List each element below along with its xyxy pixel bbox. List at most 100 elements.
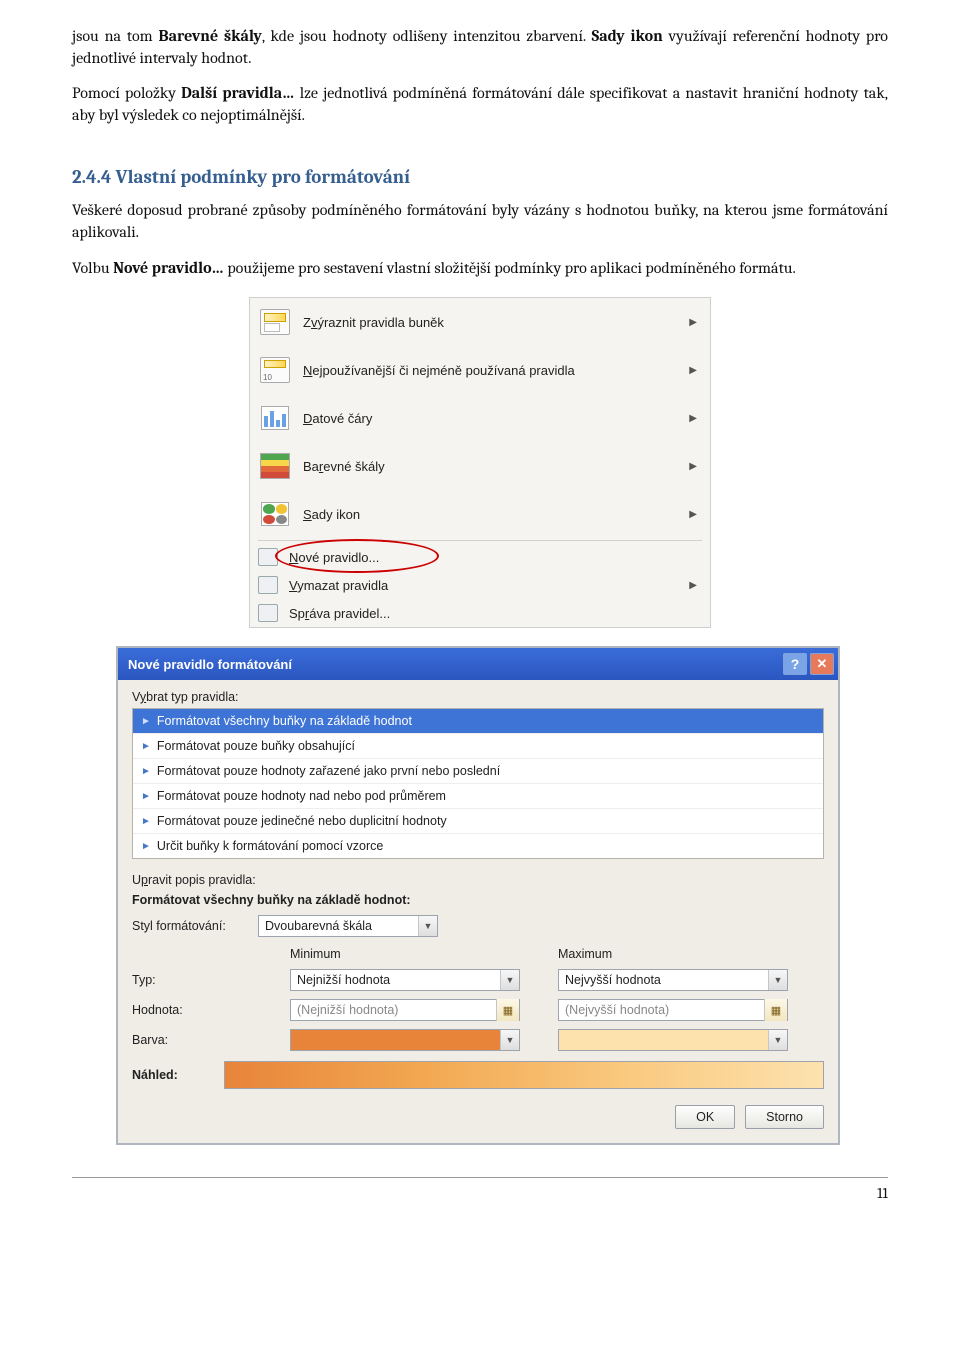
select-value: Nejvyšší hodnota [559, 973, 768, 987]
generic-icon [258, 576, 278, 594]
dialog-footer: OK Storno [132, 1105, 824, 1129]
select-value: Dvoubarevná škála [259, 919, 418, 933]
triangle-icon: ► [141, 816, 151, 827]
color-swatch [291, 1030, 500, 1050]
rule-type-label: Určit buňky k formátování pomocí vzorce [157, 839, 383, 853]
preview-gradient [224, 1061, 824, 1089]
close-button[interactable]: ✕ [810, 653, 834, 675]
text: použijeme pro sestavení vlastní složitěj… [224, 259, 796, 277]
triangle-icon: ► [141, 841, 151, 852]
menu-item-label: Vymazat pravidla [289, 578, 679, 593]
preview-label: Náhled: [132, 1068, 212, 1082]
row-color-label: Barva: [132, 1033, 252, 1047]
submenu-chevron-icon: ▶ [689, 365, 703, 376]
dialog-body: Vybrat typ pravidla: ► Formátovat všechny… [118, 680, 838, 1143]
color-scales-icon [260, 453, 290, 479]
cancel-button[interactable]: Storno [745, 1105, 824, 1129]
menu-item-label: Sady ikon [303, 507, 679, 522]
menu-item-label: Datové čáry [303, 411, 679, 426]
triangle-icon: ► [141, 716, 151, 727]
type-min-select[interactable]: Nejnižší hodnota▼ [290, 969, 520, 991]
format-style-label: Styl formátování: [132, 919, 250, 933]
format-all-subhead: Formátovat všechny buňky na základě hodn… [132, 893, 824, 907]
color-max-select[interactable]: ▼ [558, 1029, 788, 1051]
col-header-min: Minimum [290, 947, 520, 961]
preview-row: Náhled: [132, 1061, 824, 1089]
minmax-grid: Minimum Maximum Typ: Nejnižší hodnota▼ N… [132, 947, 824, 1051]
triangle-icon: ► [141, 766, 151, 777]
input-value: (Nejvyšší hodnota) [559, 1003, 760, 1017]
color-min-select[interactable]: ▼ [290, 1029, 520, 1051]
rule-type-label: Formátovat pouze hodnoty zařazené jako p… [157, 764, 500, 778]
bold-text: Další pravidla… [181, 84, 294, 102]
color-swatch [559, 1030, 768, 1050]
menu-icon-slot [257, 576, 279, 594]
conditional-formatting-menu: Zvýraznit pravidla buněk▶Nejpoužívanější… [249, 297, 711, 628]
menu-icon-slot [257, 403, 293, 433]
rule-type-item[interactable]: ► Formátovat pouze hodnoty zařazené jako … [133, 759, 823, 784]
menu-item-label: Barevné škály [303, 459, 679, 474]
format-style-row: Styl formátování: Dvoubarevná škála ▼ [132, 915, 824, 937]
bold-text: Barevné škály [159, 27, 262, 45]
menu-item-label: Nové pravidlo... [289, 550, 703, 565]
edit-rule-desc-label: Upravit popis pravidla: [132, 873, 824, 887]
rule-type-label: Formátovat pouze jedinečné nebo duplicit… [157, 814, 447, 828]
row-value-label: Hodnota: [132, 1003, 252, 1017]
value-min-input[interactable]: (Nejnižší hodnota)▦ [290, 999, 520, 1021]
paragraph-2: Pomocí položky Další pravidla… lze jedno… [72, 83, 888, 126]
data-bars-icon [261, 406, 289, 430]
range-picker-icon[interactable]: ▦ [496, 999, 519, 1021]
dialog-title-text: Nové pravidlo formátování [128, 657, 292, 672]
menu-icon-slot [257, 499, 293, 529]
generic-icon [258, 548, 278, 566]
rule-type-item[interactable]: ► Určit buňky k formátování pomocí vzorce [133, 834, 823, 858]
page-number: 11 [72, 1177, 888, 1202]
menu-item-label: Zvýraznit pravidla buněk [303, 315, 679, 330]
menu-item[interactable]: Sady ikon▶ [250, 490, 710, 538]
chevron-down-icon: ▼ [768, 970, 787, 990]
value-max-input[interactable]: (Nejvyšší hodnota) ▦ [558, 999, 788, 1021]
icon-sets-icon [261, 502, 289, 526]
highlight-cells-icon [260, 309, 290, 335]
rule-type-label: Formátovat všechny buňky na základě hodn… [157, 714, 412, 728]
heading-2-4-4: 2.4.4 Vlastní podmínky pro formátování [72, 166, 888, 188]
menu-icon-slot [257, 355, 293, 385]
menu-item[interactable]: Barevné škály ▶ [250, 442, 710, 490]
menu-icon-slot [257, 307, 293, 337]
rule-type-item[interactable]: ► Formátovat všechny buňky na základě hod… [133, 709, 823, 734]
rule-type-label: Formátovat pouze hodnoty nad nebo pod pr… [157, 789, 446, 803]
range-picker-icon[interactable]: ▦ [764, 999, 787, 1021]
menu-item[interactable]: Vymazat pravidla ▶ [250, 571, 710, 599]
text: Pomocí položky [72, 84, 181, 102]
chevron-down-icon: ▼ [500, 1030, 519, 1050]
menu-icon-slot [257, 451, 293, 481]
menu-item-new-rule[interactable]: Nové pravidlo... [250, 543, 710, 571]
menu-item[interactable]: Datové čáry ▶ [250, 394, 710, 442]
rule-type-item[interactable]: ►Formátovat pouze buňky obsahující [133, 734, 823, 759]
paragraph-1: jsou na tom Barevné škály, kde jsou hodn… [72, 26, 888, 69]
chevron-down-icon: ▼ [418, 916, 437, 936]
new-rule-dialog: Nové pravidlo formátování ? ✕ Vybrat typ… [116, 646, 840, 1145]
help-button[interactable]: ? [783, 653, 807, 675]
select-rule-type-label: Vybrat typ pravidla: [132, 690, 824, 704]
ok-button[interactable]: OK [675, 1105, 735, 1129]
titlebar-buttons: ? ✕ [783, 653, 834, 675]
generic-icon [258, 604, 278, 622]
rule-type-item[interactable]: ►Formátovat pouze hodnoty nad nebo pod p… [133, 784, 823, 809]
format-style-select[interactable]: Dvoubarevná škála ▼ [258, 915, 438, 937]
type-max-select[interactable]: Nejvyšší hodnota▼ [558, 969, 788, 991]
row-type-label: Typ: [132, 973, 252, 987]
submenu-chevron-icon: ▶ [689, 413, 703, 424]
submenu-chevron-icon: ▶ [689, 580, 703, 591]
menu-separator [258, 540, 702, 541]
menu-item[interactable]: Zvýraznit pravidla buněk▶ [250, 298, 710, 346]
bold-text: Nové pravidlo… [113, 259, 224, 277]
chevron-down-icon: ▼ [768, 1030, 787, 1050]
select-value: Nejnižší hodnota [291, 973, 500, 987]
submenu-chevron-icon: ▶ [689, 461, 703, 472]
rule-type-list[interactable]: ► Formátovat všechny buňky na základě hod… [132, 708, 824, 859]
rule-type-item[interactable]: ► Formátovat pouze jedinečné nebo duplici… [133, 809, 823, 834]
menu-item[interactable]: Nejpoužívanější či nejméně používaná pra… [250, 346, 710, 394]
menu-item[interactable]: Správa pravidel... [250, 599, 710, 627]
text: jsou na tom [72, 27, 159, 45]
